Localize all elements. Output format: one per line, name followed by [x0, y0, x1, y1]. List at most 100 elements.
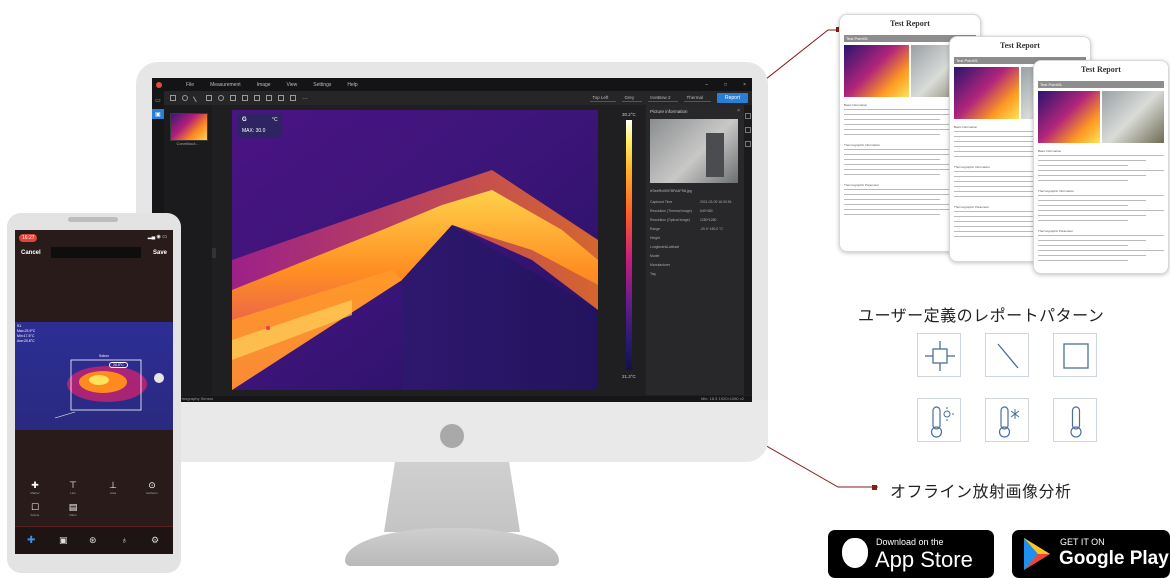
report-section-params: Thermographic Parameter: [1038, 229, 1074, 233]
report-card: Test Report Test Point01 Basic Information…: [1033, 60, 1169, 274]
optical-door: [706, 133, 724, 177]
grid-tool-icon[interactable]: [290, 95, 296, 101]
other-icon: ▤: [68, 502, 78, 512]
thumbnail-image[interactable]: [170, 113, 208, 141]
apple-big-text: App Store: [875, 547, 973, 572]
report-line: [1038, 200, 1146, 201]
tool-area[interactable]: ⊥ Area: [103, 480, 123, 495]
report-line: [1038, 175, 1146, 176]
info-row-key: Height: [650, 236, 660, 240]
info-row-key: Model: [650, 254, 660, 258]
report-line: [1038, 165, 1128, 166]
spot-measure-feature: [917, 333, 961, 377]
palette-select[interactable]: IronBow 2: [648, 95, 679, 102]
gallery-icon[interactable]: ▣: [152, 109, 164, 119]
report-line: [844, 169, 958, 170]
menu-image[interactable]: Image: [257, 82, 271, 88]
info-filename: IrSeeRx00978FA4FS8.jpg: [650, 189, 692, 193]
cancel-button[interactable]: Cancel: [21, 250, 41, 256]
copy-tool-icon[interactable]: [266, 95, 272, 101]
report-line: [1038, 255, 1146, 256]
play-icon: [1024, 538, 1050, 570]
menu-view[interactable]: View: [287, 82, 298, 88]
info-row-key: Longitude&Latitude: [650, 245, 680, 249]
tool-frame[interactable]: ☐ Frame: [25, 502, 45, 517]
point-tool-icon[interactable]: [182, 95, 188, 101]
report-line: [1038, 235, 1164, 236]
info-row-key: Captured Time: [650, 200, 673, 204]
optical-preview[interactable]: [650, 119, 738, 183]
thermometer-sun-icon: [930, 406, 954, 438]
phone-screen: 16:27 ▂▄ ◉ ▭ Cancel Save S1 Max:23.9°C M…: [15, 230, 173, 554]
palette-grey-select[interactable]: Grey: [622, 95, 643, 102]
minimize-button[interactable]: –: [705, 82, 708, 88]
position-select[interactable]: Top Left: [590, 95, 617, 102]
rail-icon-2[interactable]: [745, 127, 751, 133]
panel-collapse-handle[interactable]: [212, 248, 216, 258]
info-row: Resolution (Optical image) 1280*1280: [650, 218, 740, 226]
menu-bar: File Measurement Image View Settings Hel…: [152, 78, 752, 91]
rail-icon-3[interactable]: [745, 141, 751, 147]
monitor-stand-neck: [384, 462, 520, 532]
mode-select[interactable]: Thermal: [684, 95, 711, 102]
report-thermal-image: [954, 67, 1019, 119]
info-row-value: -20.0~150.0 °C: [700, 227, 723, 231]
app-store-badge[interactable]: Download on the App Store: [828, 530, 994, 578]
tool-marker[interactable]: ✚ Marker: [25, 480, 45, 495]
marker-icon: ✚: [31, 480, 39, 490]
report-line: [1038, 260, 1128, 261]
max-readout-overlay: G °C MAX: 30.0: [238, 114, 282, 138]
tool-isotherm[interactable]: ⊙ Isotherm: [141, 480, 163, 495]
report-section-basic: Basic Information: [1038, 149, 1062, 153]
image-tool-icon[interactable]: [278, 95, 284, 101]
circle-tool-icon[interactable]: [218, 95, 224, 101]
thermal-image-canvas[interactable]: G °C MAX: 30.0: [232, 110, 598, 390]
report-line: [844, 114, 958, 115]
tab-settings-icon[interactable]: ⚙: [151, 535, 159, 546]
phone-thermal-image[interactable]: S1 Max:23.9°C Min:17.5°C Ave:20.8°C Sobo…: [15, 322, 173, 430]
name-input[interactable]: [51, 247, 141, 258]
rect-tool-icon[interactable]: [206, 95, 212, 101]
close-button[interactable]: ×: [743, 82, 746, 88]
info-row-key: Manufacturer: [650, 263, 670, 267]
menu-file[interactable]: File: [186, 82, 194, 88]
select-tool-icon[interactable]: [170, 95, 176, 101]
tool-other[interactable]: ▤ Other: [63, 502, 83, 517]
folder-icon[interactable]: ▭: [152, 95, 164, 105]
status-icons: ▂▄ ◉ ▭: [147, 234, 167, 240]
info-row: Manufacturer: [650, 263, 740, 271]
menu-measurement[interactable]: Measurement: [210, 82, 241, 88]
square-icon: [1063, 343, 1089, 369]
tab-image-icon[interactable]: ▣: [59, 535, 68, 546]
frame-label: Frame: [30, 513, 40, 517]
info-row: Height: [650, 236, 740, 244]
report-line: [1038, 210, 1164, 211]
isotherm-tool-icon[interactable]: [242, 95, 248, 101]
tab-palette-icon[interactable]: ⊛: [89, 535, 97, 546]
tool-line[interactable]: ⊤ Line: [63, 480, 83, 495]
maximize-button[interactable]: □: [724, 82, 727, 88]
polygon-tool-icon[interactable]: [230, 95, 236, 101]
monitor-power-button: [440, 424, 464, 448]
line-tool-icon[interactable]: [192, 93, 202, 103]
report-button[interactable]: Report: [716, 93, 748, 103]
menu-help[interactable]: Help: [347, 82, 357, 88]
report-title: Test Report: [1000, 41, 1040, 50]
info-panel-close-icon[interactable]: ×: [737, 108, 740, 114]
scale-max-label: 30.2°C: [622, 112, 636, 117]
menu-settings[interactable]: Settings: [313, 82, 331, 88]
readout-ave: Ave:20.8°C: [17, 339, 35, 343]
google-play-badge[interactable]: GET IT ON Google Play: [1012, 530, 1170, 578]
report-section-params: Thermographic Parameter: [954, 205, 990, 209]
box-label: Sobox: [99, 354, 109, 358]
phone-time: 16:27: [22, 235, 35, 241]
thermal-image: [232, 110, 598, 390]
rail-icon-1[interactable]: [745, 113, 751, 119]
report-bar-label: Test Point01: [956, 58, 979, 63]
text-tool-icon[interactable]: [254, 95, 260, 101]
tab-measure-icon[interactable]: ✚: [27, 535, 35, 546]
save-button[interactable]: Save: [153, 250, 167, 256]
tab-edit-icon[interactable]: ♁: [121, 535, 128, 545]
more-icon[interactable]: …: [302, 95, 308, 101]
report-line: [1038, 155, 1164, 156]
